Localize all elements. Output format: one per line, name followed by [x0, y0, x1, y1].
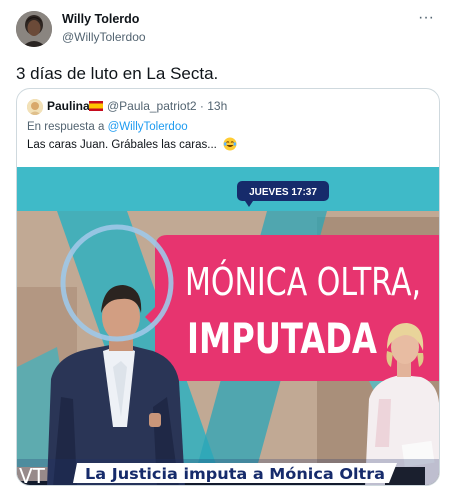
tv-time-badge: JUEVES 17:37	[249, 187, 317, 198]
quoted-text: Las caras Juan. Grábales las caras...	[27, 137, 237, 151]
quoted-handle-time: @Paula_patriot2 · 13h	[107, 99, 228, 113]
channel-logo: VT	[19, 464, 46, 486]
reply-context: En respuesta a @WillyTolerdoo	[27, 121, 188, 133]
reply-prefix: En respuesta a	[27, 121, 105, 133]
author-handle[interactable]: @WillyTolerdoo	[62, 30, 146, 44]
tv-headline-line1: MÓNICA OLTRA,	[185, 260, 421, 304]
tv-headline-line2: IMPUTADA	[187, 314, 377, 363]
tv-ticker-text: La Justicia imputa a Mónica Oltra	[85, 465, 385, 483]
quoted-text-body: Las caras Juan. Grábales las caras...	[27, 139, 217, 151]
quoted-name: Paulina	[47, 99, 90, 113]
quoted-avatar	[27, 99, 43, 115]
quoted-tweet[interactable]: Paulina @Paula_patriot2 · 13h En respues…	[16, 88, 440, 486]
more-horizontal-icon[interactable]: ···	[418, 9, 434, 27]
tweet-text: 3 días de luto en La Secta.	[16, 64, 219, 83]
author-avatar[interactable]	[16, 11, 52, 47]
laughing-crying-emoji-icon	[223, 137, 237, 151]
tv-screenshot[interactable]: MÓNICA OLTRA, IMPUTADA JUEVES 17:37 La J…	[17, 167, 439, 486]
spain-flag-icon	[89, 101, 103, 111]
reply-to-link[interactable]: @WillyTolerdoo	[108, 121, 188, 133]
author-name[interactable]: Willy Tolerdo	[62, 12, 139, 26]
tweet: Willy Tolerdo @WillyTolerdoo ··· 3 días …	[0, 0, 450, 489]
